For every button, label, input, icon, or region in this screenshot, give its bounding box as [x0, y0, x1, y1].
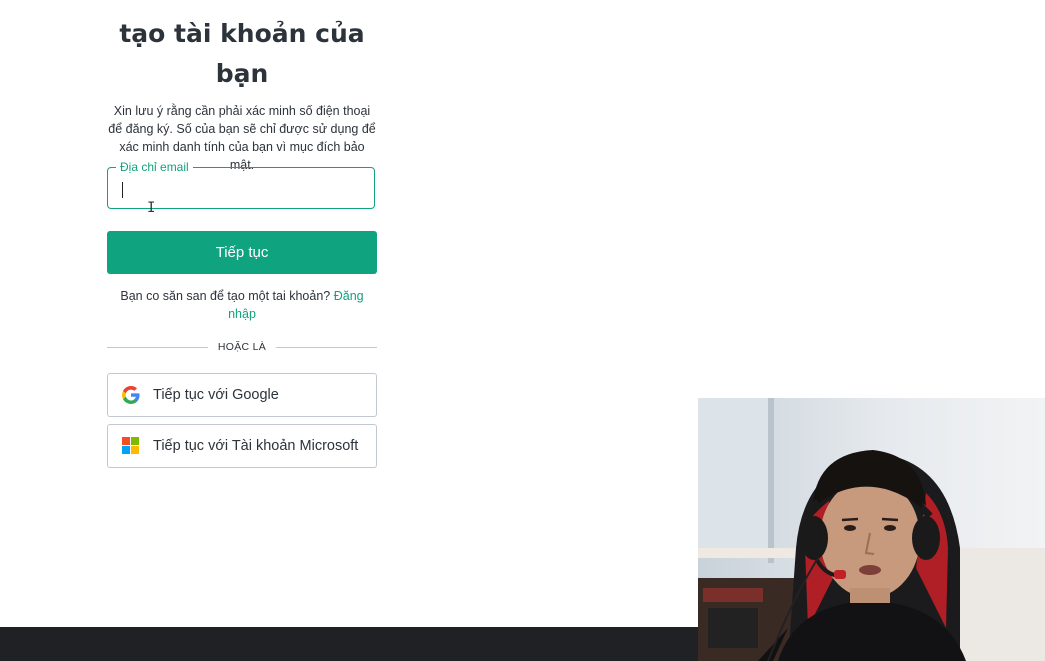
- text-caret: [122, 182, 123, 198]
- page-title: tạo tài khoản của bạn: [119, 19, 365, 88]
- google-icon: [122, 386, 140, 404]
- signup-form: tạo tài khoản của bạn Xin lưu ý rằng cần…: [107, 0, 378, 468]
- continue-with-google-button[interactable]: Tiếp tục với Google: [107, 373, 377, 417]
- google-button-label: Tiếp tục với Google: [153, 387, 279, 403]
- login-prompt-text: Bạn co săn san để tạo một tai khoản?: [120, 289, 331, 303]
- webcam-video-frame: [698, 398, 1045, 661]
- email-field-label: Địa chỉ email: [116, 159, 193, 175]
- continue-button[interactable]: Tiếp tục: [107, 231, 377, 274]
- microsoft-icon: [122, 437, 140, 455]
- microsoft-button-label: Tiếp tục với Tài khoản Microsoft: [153, 438, 359, 454]
- divider-line-right: [276, 346, 378, 348]
- or-divider: HOẶC LÀ: [107, 339, 378, 355]
- continue-with-microsoft-button[interactable]: Tiếp tục với Tài khoản Microsoft: [107, 424, 377, 468]
- login-prompt: Bạn co săn san để tạo một tai khoản? Đăn…: [107, 287, 377, 323]
- webcam-overlay: [698, 398, 1045, 661]
- email-field[interactable]: Địa chỉ email I: [107, 159, 375, 216]
- divider-text: HOẶC LÀ: [217, 341, 267, 353]
- divider-line-left: [107, 346, 208, 348]
- text-cursor-icon: I: [147, 200, 156, 216]
